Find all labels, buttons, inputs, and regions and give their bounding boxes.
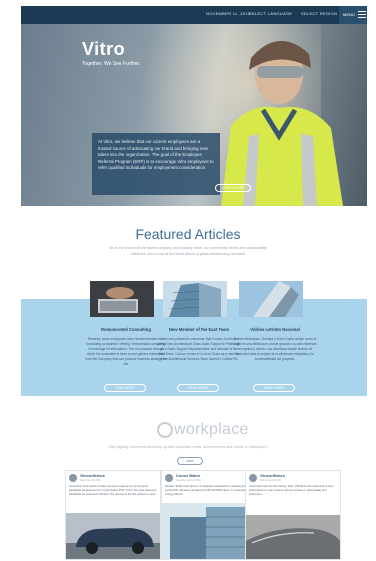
workplace-post[interactable]: Vitrona Mixtura Sep 8 at 2:22 PM Automot… bbox=[65, 470, 161, 560]
menu-label: MENU bbox=[343, 12, 355, 17]
hero-message-text: At Vitro, we believe that our current em… bbox=[98, 139, 214, 170]
post-text: Automotive Team wants to share the great… bbox=[69, 485, 158, 496]
article-card[interactable]: Vidrios Letrinto Nacional Vidrios Mexica… bbox=[233, 281, 317, 392]
article-card[interactable]: Remunerated Consulting Recently, some em… bbox=[86, 281, 166, 392]
select-language-link[interactable]: SELECT LANGUAGE bbox=[249, 11, 292, 16]
date-label: NOVEMBER 11, 2019 bbox=[206, 11, 251, 16]
carousel-dot[interactable] bbox=[191, 210, 194, 213]
workplace-post[interactable]: Connor Waters January 4 at 4:23 PM Ranso… bbox=[161, 470, 257, 560]
post-author[interactable]: Vitrona Mixtura bbox=[80, 474, 105, 478]
workplace-ring-icon bbox=[157, 421, 173, 438]
avatar bbox=[69, 474, 77, 482]
article-image-building bbox=[163, 281, 227, 317]
post-author[interactable]: Connor Waters bbox=[176, 474, 200, 478]
featured-articles-title: Featured Articles bbox=[135, 226, 241, 242]
article-card[interactable]: New Member of the East Team I am very pl… bbox=[158, 281, 240, 392]
post-photo-building bbox=[162, 503, 256, 559]
page: NOVEMBER 11, 2019 SELECT LANGUAGE SELECT… bbox=[0, 0, 376, 561]
logo-tagline: Together. We See Further. bbox=[82, 61, 141, 67]
read-more-button[interactable]: READ MORE bbox=[177, 384, 219, 392]
vitro-logo[interactable]: Vitro Together. We See Further. bbox=[82, 39, 140, 67]
workplace-logo: workplace bbox=[157, 421, 249, 439]
read-more-button[interactable]: READ MORE bbox=[253, 384, 295, 392]
post-timestamp: Oct 12 at 2:23 PM bbox=[260, 479, 281, 482]
article-image-laptop bbox=[90, 281, 154, 317]
visit-workplace-button[interactable]: VISIT bbox=[177, 457, 203, 465]
post-timestamp: January 4 at 4:23 PM bbox=[176, 479, 201, 482]
hamburger-icon[interactable] bbox=[358, 11, 366, 19]
workplace-subtitle: Stay digitally connected and keep up wit… bbox=[108, 445, 268, 449]
read-more-button[interactable]: READ MORE bbox=[104, 384, 146, 392]
carousel-indicators bbox=[186, 200, 201, 218]
article-image-tower bbox=[239, 281, 303, 317]
workplace-logo-text: workplace bbox=[174, 421, 249, 438]
article-summary: Vidrios Mexicanos, Suvidad y Vidrio Dupl… bbox=[233, 337, 317, 361]
post-text: Great news with the Vitro Design Team, P… bbox=[249, 485, 334, 496]
select-region-link[interactable]: SELECT REGION bbox=[301, 11, 337, 16]
hero-message-box: At Vitro, we believe that our current em… bbox=[92, 133, 220, 195]
logo-wordmark: Vitro bbox=[82, 39, 126, 59]
workplace-post[interactable]: Vitrona Mixtura Oct 12 at 2:23 PM Great … bbox=[245, 470, 341, 560]
post-timestamp: Sep 8 at 2:22 PM bbox=[80, 479, 101, 482]
article-summary: I am very pleased to announce that Conno… bbox=[157, 337, 241, 361]
article-summary: Recently, some employees have received e… bbox=[85, 337, 167, 366]
learn-more-button[interactable]: LEARN MORE bbox=[215, 184, 251, 192]
carousel-dot[interactable] bbox=[186, 210, 189, 213]
avatar bbox=[249, 474, 257, 482]
article-title[interactable]: New Member of the East Team bbox=[157, 327, 241, 332]
featured-articles-subtitle: Be in-the-know with the latest company a… bbox=[109, 246, 267, 256]
avatar bbox=[165, 474, 173, 482]
top-navigation-bar: NOVEMBER 11, 2019 SELECT LANGUAGE SELECT… bbox=[21, 6, 367, 24]
post-photo-suv bbox=[66, 513, 160, 559]
post-photo-car bbox=[246, 515, 340, 559]
article-title[interactable]: Remunerated Consulting bbox=[84, 327, 168, 332]
post-text: Ransom Touffa holds dozens of workplace … bbox=[165, 485, 254, 496]
carousel-dot[interactable] bbox=[196, 210, 199, 213]
article-title[interactable]: Vidrios Letrinto Nacional bbox=[233, 327, 317, 332]
post-author[interactable]: Vitrona Mixtura bbox=[260, 474, 285, 478]
